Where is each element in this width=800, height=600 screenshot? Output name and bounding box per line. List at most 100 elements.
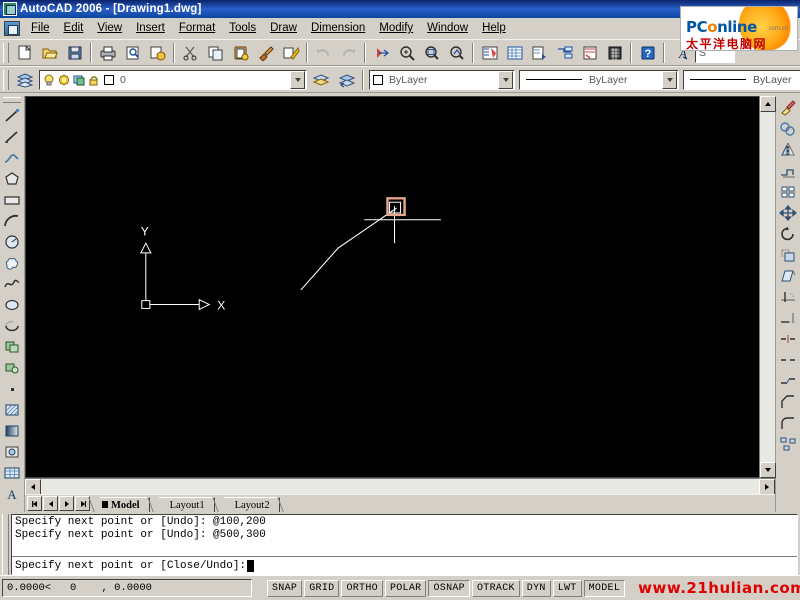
command-input-row[interactable]: Specify next point or [Close/Undo]: xyxy=(12,557,797,574)
status-toggle-grid[interactable]: GRID xyxy=(304,579,340,597)
vertical-scrollbar[interactable] xyxy=(759,96,776,478)
lineweight-combo[interactable]: ByLayer xyxy=(683,69,800,90)
command-window-grip[interactable] xyxy=(2,514,9,575)
modify-fillet-button[interactable] xyxy=(777,412,799,433)
draw-rectangle-button[interactable] xyxy=(1,189,23,210)
color-combo-arrow-icon[interactable] xyxy=(498,70,513,89)
save-button[interactable] xyxy=(63,42,86,64)
modify-copy-button[interactable] xyxy=(777,118,799,139)
scroll-right-button[interactable] xyxy=(759,479,775,495)
document-control-icon[interactable] xyxy=(4,20,20,36)
new-button[interactable] xyxy=(13,42,36,64)
freeze-viewport-icon[interactable] xyxy=(72,73,86,87)
toolbar-grip[interactable] xyxy=(3,69,9,90)
properties-button[interactable] xyxy=(478,42,501,64)
modify-break-at-point-button[interactable] xyxy=(777,328,799,349)
menu-edit[interactable]: Edit xyxy=(57,20,91,36)
draw-ellipse-button[interactable] xyxy=(1,294,23,315)
layer-combo[interactable]: 0 xyxy=(39,69,307,90)
draw-toolbar-grip[interactable] xyxy=(3,97,21,103)
help-button[interactable]: ? xyxy=(636,42,659,64)
tab-model[interactable]: Model xyxy=(100,497,150,512)
layer-combo-arrow-icon[interactable] xyxy=(290,70,305,89)
modify-chamfer-button[interactable] xyxy=(777,391,799,412)
sheet-set-button[interactable] xyxy=(553,42,576,64)
zoom-previous-button[interactable] xyxy=(445,42,468,64)
block-editor-button[interactable] xyxy=(279,42,302,64)
linetype-combo-arrow-icon[interactable] xyxy=(662,70,677,89)
menu-insert[interactable]: Insert xyxy=(129,20,172,36)
match-properties-button[interactable] xyxy=(254,42,277,64)
modify-move-button[interactable] xyxy=(777,202,799,223)
draw-arc-button[interactable] xyxy=(1,210,23,231)
modify-break-button[interactable] xyxy=(777,349,799,370)
plot-preview-button[interactable] xyxy=(121,42,144,64)
modify-rotate-button[interactable] xyxy=(777,223,799,244)
status-toggle-model[interactable]: MODEL xyxy=(583,579,626,597)
copy-button[interactable] xyxy=(204,42,227,64)
status-toggle-dyn[interactable]: DYN xyxy=(521,579,551,597)
scroll-left-button[interactable] xyxy=(25,479,41,495)
toolbar-grip[interactable] xyxy=(3,42,9,63)
command-box[interactable]: Specify next point or [Undo]: @100,200 S… xyxy=(11,514,798,575)
vertical-scroll-track[interactable] xyxy=(760,112,775,462)
status-toggle-snap[interactable]: SNAP xyxy=(267,579,303,597)
draw-make-block-button[interactable] xyxy=(1,357,23,378)
drawing-canvas[interactable]: X Y xyxy=(25,96,759,478)
menu-view[interactable]: View xyxy=(90,20,129,36)
status-toggle-lwt[interactable]: LWT xyxy=(552,579,582,597)
menu-format[interactable]: Format xyxy=(172,20,222,36)
markup-set-button[interactable] xyxy=(578,42,601,64)
modify-extend-button[interactable] xyxy=(777,307,799,328)
cut-button[interactable] xyxy=(179,42,202,64)
draw-hatch-button[interactable] xyxy=(1,399,23,420)
menu-window[interactable]: Window xyxy=(420,20,475,36)
designcenter-button[interactable] xyxy=(503,42,526,64)
modify-erase-button[interactable] xyxy=(777,97,799,118)
menu-tools[interactable]: Tools xyxy=(222,20,263,36)
redo-button[interactable] xyxy=(337,42,360,64)
scroll-down-button[interactable] xyxy=(760,462,776,478)
draw-point-button[interactable] xyxy=(1,378,23,399)
modify-trim-button[interactable] xyxy=(777,286,799,307)
lock-open-icon[interactable] xyxy=(87,73,101,87)
status-toggle-ortho[interactable]: ORTHO xyxy=(341,579,383,597)
tool-palettes-button[interactable] xyxy=(528,42,551,64)
layer-make-current-button[interactable] xyxy=(310,69,333,91)
draw-line-button[interactable] xyxy=(1,105,23,126)
paste-button[interactable] xyxy=(229,42,252,64)
status-toggle-otrack[interactable]: OTRACK xyxy=(471,579,520,597)
scroll-up-button[interactable] xyxy=(760,96,776,112)
previous-tab-button[interactable] xyxy=(43,496,58,511)
horizontal-scroll-track[interactable] xyxy=(41,479,759,494)
first-tab-button[interactable] xyxy=(27,496,42,511)
horizontal-scrollbar[interactable] xyxy=(25,478,775,495)
draw-polyline-button[interactable] xyxy=(1,147,23,168)
color-combo[interactable]: ByLayer xyxy=(369,69,515,90)
modify-stretch-button[interactable] xyxy=(777,265,799,286)
draw-spline-button[interactable] xyxy=(1,273,23,294)
lightbulb-on-icon[interactable] xyxy=(42,73,56,87)
modify-explode-button[interactable] xyxy=(777,433,799,454)
zoom-realtime-button[interactable] xyxy=(395,42,418,64)
draw-circle-button[interactable] xyxy=(1,231,23,252)
draw-insert-block-button[interactable] xyxy=(1,336,23,357)
status-toggle-polar[interactable]: POLAR xyxy=(384,579,427,597)
plot-button[interactable] xyxy=(96,42,119,64)
draw-revision-cloud-button[interactable] xyxy=(1,252,23,273)
modify-mirror-button[interactable] xyxy=(777,139,799,160)
sun-freeze-icon[interactable] xyxy=(57,73,71,87)
publish-button[interactable] xyxy=(146,42,169,64)
draw-ellipse-arc-button[interactable] xyxy=(1,315,23,336)
draw-polygon-button[interactable] xyxy=(1,168,23,189)
modify-scale-button[interactable] xyxy=(777,244,799,265)
status-toggle-osnap[interactable]: OSNAP xyxy=(428,579,470,597)
next-tab-button[interactable] xyxy=(59,496,74,511)
zoom-window-button[interactable] xyxy=(420,42,443,64)
menu-draw[interactable]: Draw xyxy=(263,20,304,36)
layer-previous-button[interactable] xyxy=(335,69,358,91)
menu-modify[interactable]: Modify xyxy=(372,20,420,36)
quickcalc-button[interactable] xyxy=(603,42,626,64)
menu-file[interactable]: File xyxy=(24,20,57,36)
coordinates-display[interactable]: 0.0000< 0 , 0.0000 xyxy=(2,579,252,597)
